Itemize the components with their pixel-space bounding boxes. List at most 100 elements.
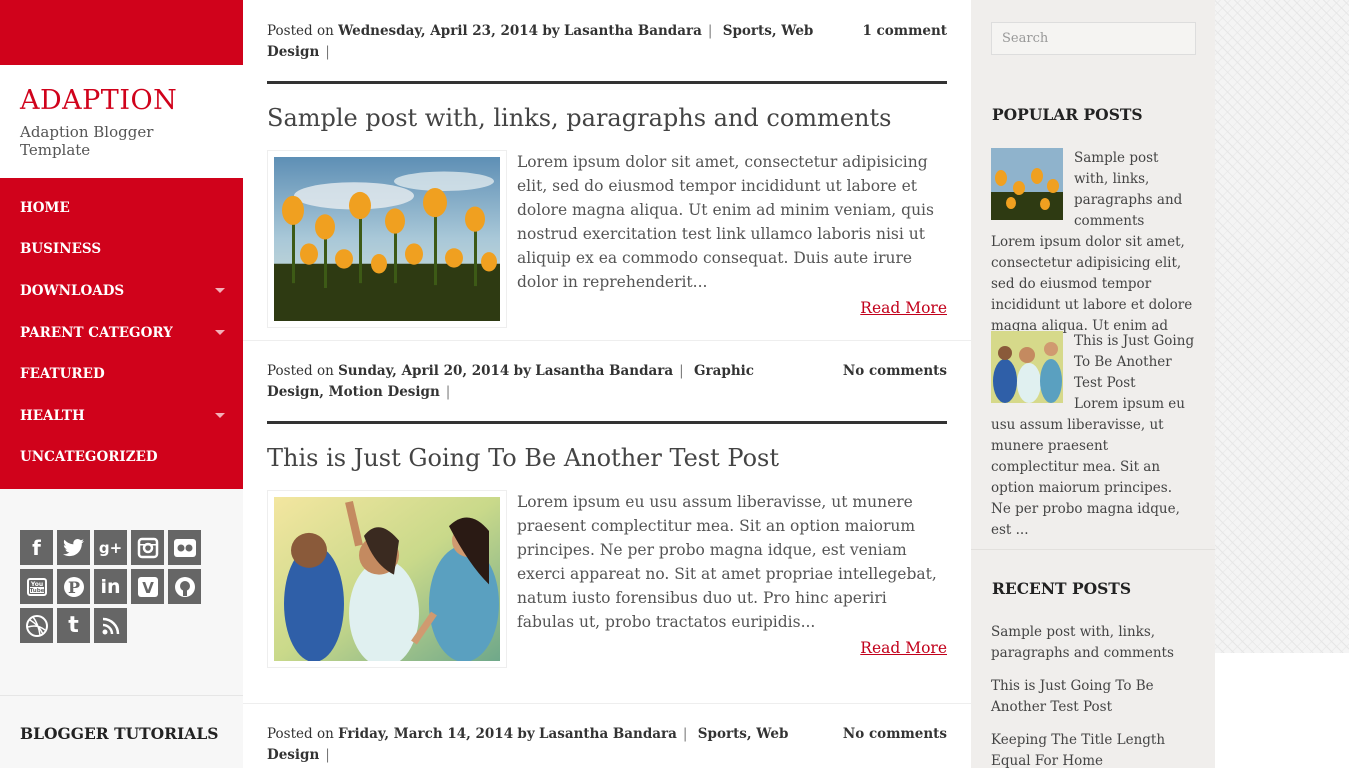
post-body: Lorem ipsum dolor sit amet, consectetur …	[267, 150, 947, 328]
meta-separator: |	[325, 747, 330, 763]
post: Posted on Wednesday, April 23, 2014 by L…	[267, 21, 947, 328]
post-date[interactable]: Friday, March 14, 2014	[338, 726, 513, 742]
post-body: Lorem ipsum eu usu assum liberavisse, ut…	[267, 490, 947, 668]
site-tagline: Adaption Blogger Template	[20, 123, 154, 159]
post-meta: Posted on Sunday, April 20, 2014 by Lasa…	[267, 361, 947, 403]
chevron-down-icon[interactable]	[215, 330, 225, 336]
nav-item-uncategorized[interactable]: UNCATEGORIZED	[0, 437, 243, 479]
by-label: by	[542, 23, 560, 39]
dribbble-icon[interactable]	[20, 608, 53, 643]
recent-post-link[interactable]: This is Just Going To Be Another Test Po…	[991, 676, 1201, 718]
svg-text:P: P	[67, 578, 79, 597]
github-icon[interactable]	[168, 569, 201, 604]
widget-title-blogger-tutorials: BLOGGER TUTORIALS	[20, 724, 219, 743]
nav-item-parent-category[interactable]: PARENT CATEGORY	[0, 312, 243, 354]
rss-icon[interactable]	[94, 608, 127, 643]
nav-item-downloads[interactable]: DOWNLOADS	[0, 270, 243, 312]
post-date[interactable]: Wednesday, April 23, 2014	[338, 23, 538, 39]
post-divider	[267, 421, 947, 424]
posted-on-label: Posted on	[267, 23, 334, 39]
post-title[interactable]: Sample post with, links, paragraphs and …	[267, 104, 947, 132]
post-date[interactable]: Sunday, April 20, 2014	[338, 363, 509, 379]
post-author[interactable]: Lasantha Bandara	[539, 726, 677, 742]
popular-post-snippet: Lorem ipsum eu usu assum liberavisse, ut…	[991, 396, 1185, 538]
recent-post-link[interactable]: Keeping The Title Length Equal For Home	[991, 730, 1201, 768]
meta-separator: |	[682, 726, 688, 742]
post-comments-link[interactable]: 1 comment	[862, 21, 947, 63]
nav-item-home[interactable]: HOME	[0, 187, 243, 229]
left-sidebar: ADAPTION Adaption Blogger Template HOME …	[0, 0, 243, 768]
post-separator	[243, 703, 971, 704]
by-label: by	[517, 726, 535, 742]
post-divider	[267, 81, 947, 84]
site-title[interactable]: ADAPTION	[20, 85, 223, 117]
read-more-link[interactable]: Read More	[517, 636, 947, 660]
popular-post-item: Sample post with, links, paragraphs and …	[991, 148, 1195, 358]
flickr-icon[interactable]	[168, 530, 201, 565]
widget-title-recent-posts: RECENT POSTS	[992, 579, 1132, 598]
meta-separator: |	[679, 363, 684, 379]
sidebar-divider	[971, 549, 1215, 550]
linkedin-icon[interactable]: in	[94, 569, 127, 604]
main-navigation: HOME BUSINESS DOWNLOADS PARENT CATEGORY …	[0, 178, 243, 489]
chevron-down-icon[interactable]	[215, 413, 225, 419]
posted-on-label: Posted on	[267, 726, 334, 742]
post-separator	[243, 340, 971, 341]
nav-item-business[interactable]: BUSINESS	[0, 229, 243, 271]
tumblr-icon[interactable]: t	[57, 608, 90, 643]
facebook-icon[interactable]: f	[20, 530, 53, 565]
by-label: by	[513, 363, 531, 379]
popular-post-thumbnail[interactable]	[991, 331, 1063, 403]
sidebar-divider	[0, 695, 243, 696]
popular-post-title[interactable]: Sample post with, links, paragraphs and …	[1074, 150, 1182, 229]
meta-separator: |	[325, 44, 330, 60]
popular-post-thumbnail[interactable]	[991, 148, 1063, 220]
post-author[interactable]: Lasantha Bandara	[535, 363, 673, 379]
post-thumbnail[interactable]	[267, 150, 507, 328]
post: Posted on Sunday, April 20, 2014 by Lasa…	[267, 361, 947, 668]
twitter-icon[interactable]	[57, 530, 90, 565]
nav-item-label: HEALTH	[20, 407, 85, 424]
post-comments-link[interactable]: No comments	[843, 361, 947, 403]
background-pattern	[1215, 0, 1349, 653]
popular-post-title[interactable]: This is Just Going To Be Another Test Po…	[1074, 333, 1194, 391]
top-red-bar	[0, 0, 243, 65]
tulips-image	[274, 157, 500, 321]
right-sidebar: Search POPULAR POSTS Sample post with, l…	[971, 0, 1215, 768]
social-icons: f g+ You Tube P in V t	[0, 489, 243, 647]
nav-item-label: HOME	[20, 199, 70, 216]
google-plus-icon[interactable]: g+	[94, 530, 127, 565]
search-input[interactable]: Search	[991, 22, 1196, 55]
posted-on-label: Posted on	[267, 363, 334, 379]
nav-item-label: PARENT CATEGORY	[20, 324, 173, 341]
meta-separator: |	[445, 384, 451, 400]
svg-text:Tube: Tube	[29, 588, 44, 594]
nav-item-label: FEATURED	[20, 366, 105, 383]
nav-item-label: UNCATEGORIZED	[20, 449, 158, 466]
chevron-down-icon[interactable]	[215, 288, 225, 294]
people-dancing-image	[274, 497, 500, 667]
widget-title-popular-posts: POPULAR POSTS	[992, 105, 1143, 124]
recent-post-link[interactable]: Sample post with, links, paragraphs and …	[991, 622, 1201, 664]
read-more-link[interactable]: Read More	[517, 296, 947, 320]
post-meta: Posted on Friday, March 14, 2014 by Lasa…	[267, 724, 947, 766]
svg-text:You: You	[29, 581, 42, 588]
nav-item-health[interactable]: HEALTH	[0, 395, 243, 437]
svg-text:V: V	[142, 579, 154, 597]
instagram-icon[interactable]	[131, 530, 164, 565]
youtube-icon[interactable]: You Tube	[20, 569, 53, 604]
post-author[interactable]: Lasantha Bandara	[564, 23, 702, 39]
post-meta: Posted on Wednesday, April 23, 2014 by L…	[267, 21, 947, 63]
vimeo-icon[interactable]: V	[131, 569, 164, 604]
post-thumbnail[interactable]	[267, 490, 507, 668]
pinterest-icon[interactable]: P	[57, 569, 90, 604]
popular-post-item: This is Just Going To Be Another Test Po…	[991, 331, 1195, 541]
meta-separator: |	[707, 23, 713, 39]
nav-item-featured[interactable]: FEATURED	[0, 353, 243, 395]
post-title[interactable]: This is Just Going To Be Another Test Po…	[267, 444, 947, 472]
nav-item-label: DOWNLOADS	[20, 282, 125, 299]
post-excerpt: Lorem ipsum eu usu assum liberavisse, ut…	[517, 493, 937, 631]
branding: ADAPTION Adaption Blogger Template	[0, 65, 243, 178]
post: Posted on Friday, March 14, 2014 by Lasa…	[267, 724, 947, 768]
post-comments-link[interactable]: No comments	[843, 724, 947, 766]
